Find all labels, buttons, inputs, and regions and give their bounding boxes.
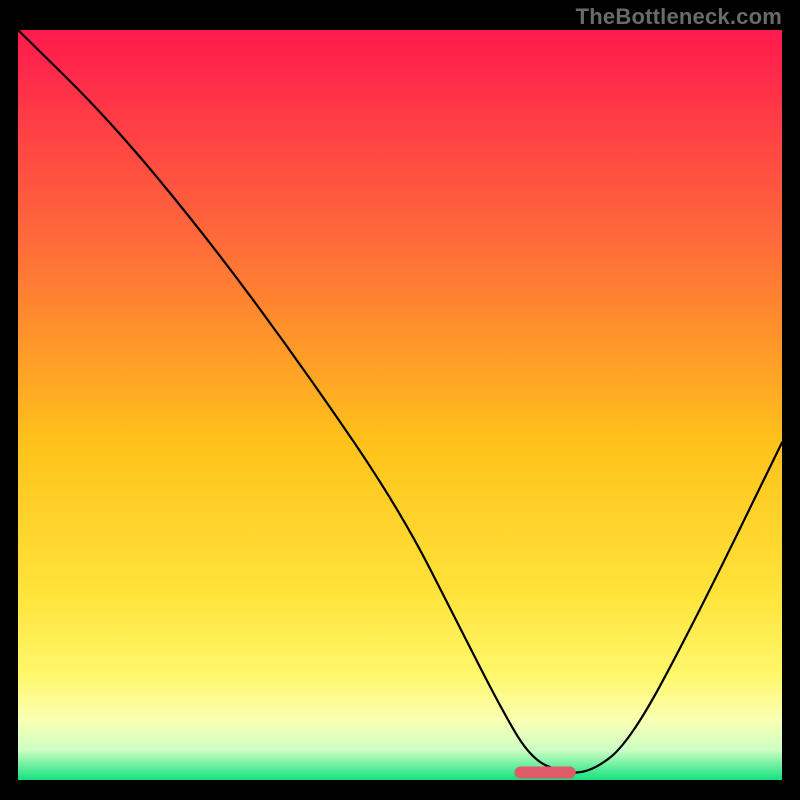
bottleneck-chart bbox=[18, 30, 782, 780]
chart-frame: TheBottleneck.com bbox=[0, 0, 800, 800]
plot-area bbox=[18, 30, 782, 780]
watermark-label: TheBottleneck.com bbox=[576, 4, 782, 30]
gradient-background bbox=[18, 30, 782, 780]
optimal-marker bbox=[515, 767, 576, 779]
